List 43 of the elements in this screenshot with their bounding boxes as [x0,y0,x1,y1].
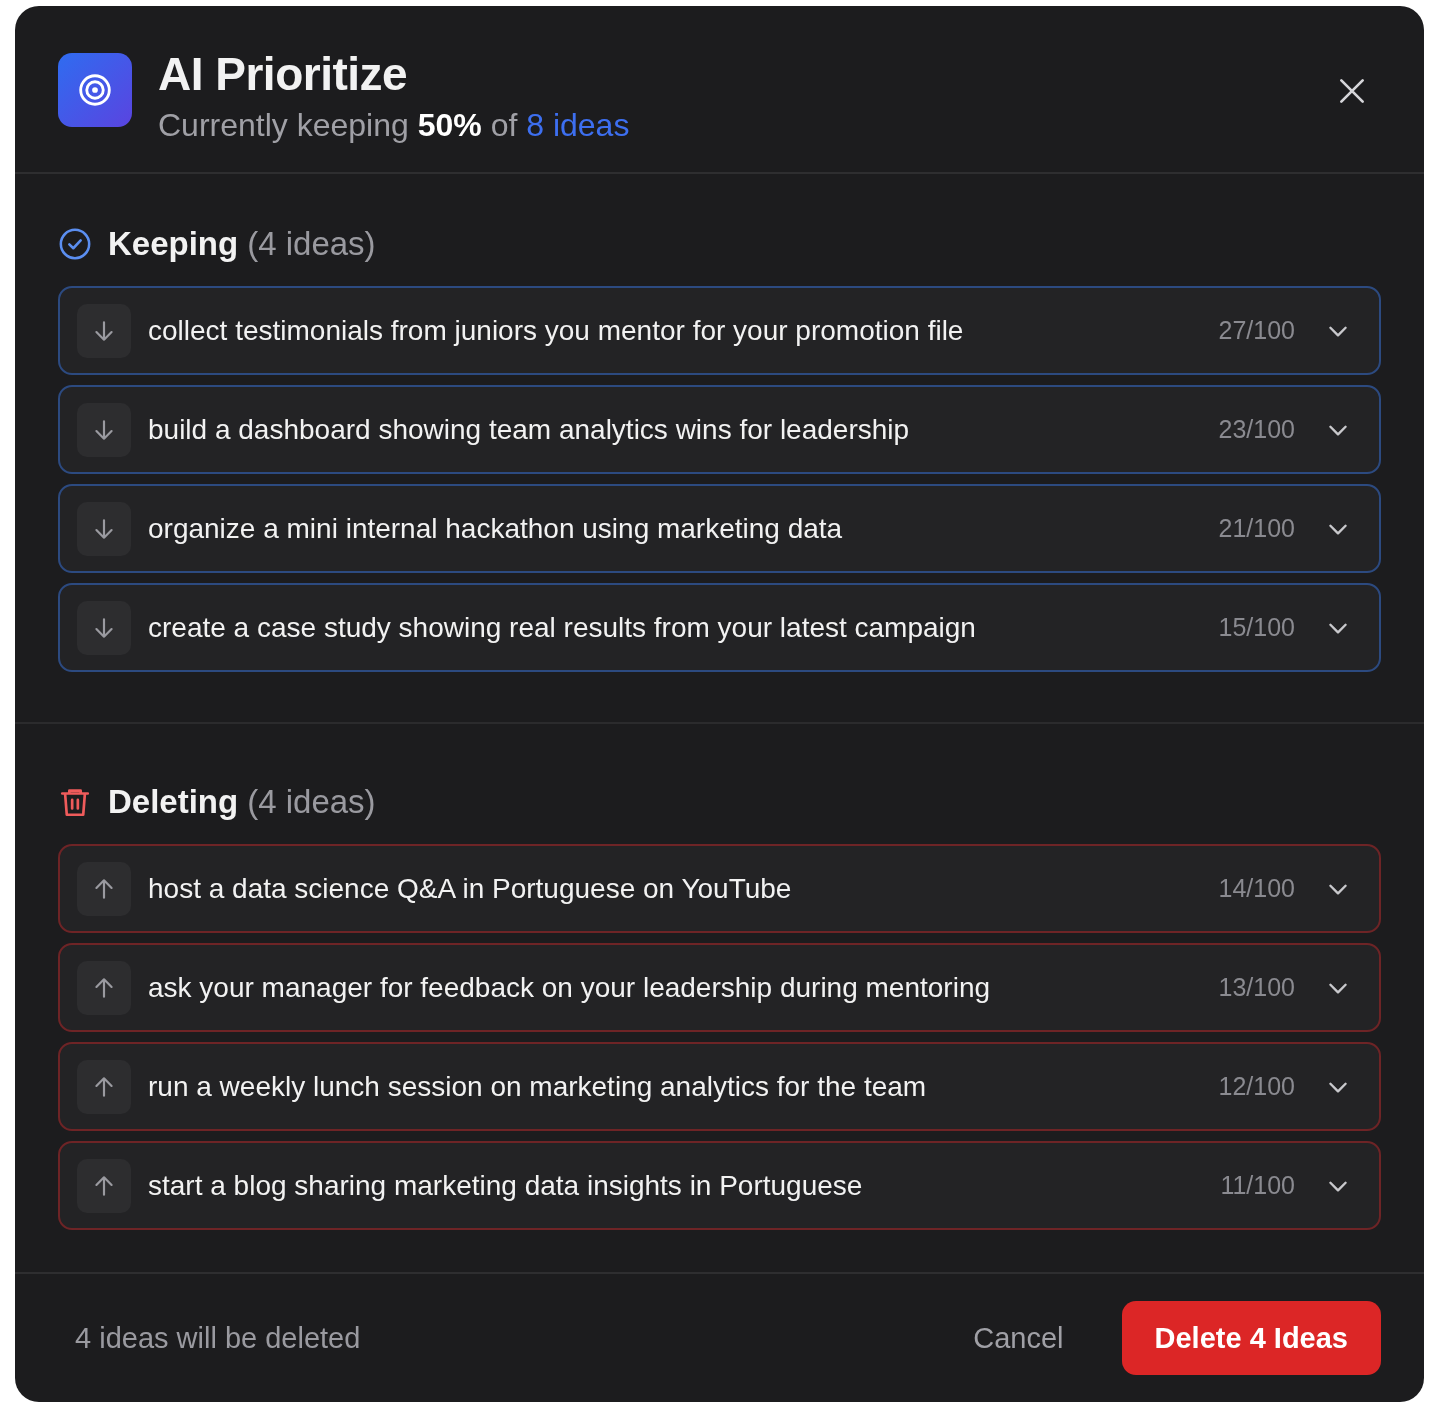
idea-text: create a case study showing real results from your latest campaign [148,611,977,644]
deletion-summary: 4 ideas will be deleted [75,1321,362,1355]
dialog-subtitle: Currently keeping 50% of 8 ideas [158,106,631,145]
idea-score: 15/100 [1218,613,1295,642]
idea-text: ask your manager for feedback on your leadership during mentoring [148,971,992,1004]
idea-row[interactable]: start a blog sharing marketing data insights in Portuguese 11/100 [58,1141,1381,1230]
section-title: Deleting [108,783,239,821]
move-button[interactable] [77,600,131,655]
idea-score: 23/100 [1218,415,1295,444]
section-count: (4 ideas) [247,225,376,263]
section-title: Keeping [108,225,239,263]
idea-score: 11/100 [1220,1171,1295,1200]
idea-text: build a dashboard showing team analytics wins for leadership [148,413,911,446]
move-button[interactable] [77,501,131,556]
move-button[interactable] [77,1158,131,1213]
idea-row[interactable]: host a data science Q&A in Portuguese on YouTube 14/100 [58,844,1381,933]
move-button[interactable] [77,861,131,916]
idea-row[interactable]: run a weekly lunch session on marketing analytics for the team 12/100 [58,1042,1381,1131]
move-button[interactable] [77,960,131,1015]
idea-text: run a weekly lunch session on marketing analytics for the team [148,1070,928,1103]
section-count: (4 ideas) [247,783,376,821]
idea-row[interactable]: build a dashboard showing team analytics wins for leadership 23/100 [58,385,1381,474]
idea-row[interactable]: collect testimonials from juniors you mentor for your promotion file 27/100 [58,286,1381,375]
idea-text: host a data science Q&A in Portuguese on YouTube [148,872,793,905]
idea-row[interactable]: ask your manager for feedback on your leadership during mentoring 13/100 [58,943,1381,1032]
move-button[interactable] [77,402,131,457]
app-logo-icon [58,53,132,127]
delete-button[interactable]: Delete 4 Ideas [1121,1301,1381,1375]
idea-score: 27/100 [1218,316,1295,345]
idea-row[interactable]: organize a mini internal hackathon using marketing data 21/100 [58,484,1381,573]
idea-score: 21/100 [1218,514,1295,543]
idea-text: start a blog sharing marketing data insights in Portuguese [148,1169,864,1202]
idea-row[interactable]: create a case study showing real results from your latest campaign 15/100 [58,583,1381,672]
idea-score: 12/100 [1218,1072,1295,1101]
check-circle-icon [58,227,92,261]
idea-score: 13/100 [1218,973,1295,1002]
move-button[interactable] [77,303,131,358]
move-button[interactable] [77,1059,131,1114]
idea-text: organize a mini internal hackathon using marketing data [148,512,844,545]
idea-text: collect testimonials from juniors you mentor for your promotion file [148,314,965,347]
cancel-button[interactable]: Cancel [963,1311,1074,1365]
idea-score: 14/100 [1218,874,1295,903]
dialog-title: AI Prioritize [158,47,409,102]
